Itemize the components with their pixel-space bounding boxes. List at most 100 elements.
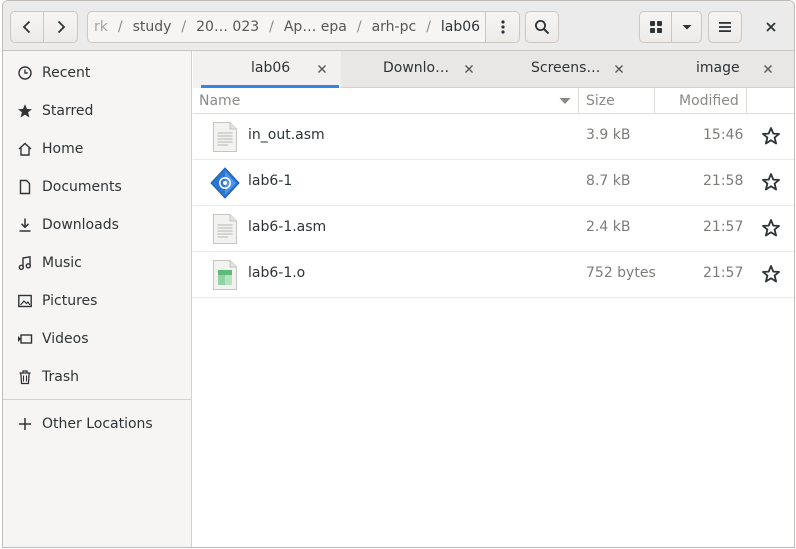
search-button[interactable] (525, 11, 559, 43)
main-menu-button[interactable] (708, 11, 742, 43)
close-tab-button[interactable] (461, 61, 477, 77)
close-icon (766, 22, 776, 32)
column-header-row: Name Size Modified (193, 88, 794, 114)
sidebar-item-documents[interactable]: Documents (3, 168, 191, 206)
text-file-icon (213, 122, 237, 152)
breadcrumb-item[interactable]: arh-pc (362, 12, 427, 42)
breadcrumb-item[interactable]: study (123, 12, 182, 42)
table-row[interactable]: lab6-1.asm 2.4 kB 21:57 (193, 206, 794, 252)
sidebar-item-trash[interactable]: Trash (3, 358, 191, 396)
tab-label: Screens… (531, 60, 601, 76)
sidebar-item-label: Recent (42, 65, 91, 81)
sidebar-item-videos[interactable]: Videos (3, 320, 191, 358)
file-modified: 21:57 (703, 265, 744, 281)
sidebar-item-label: Music (42, 255, 82, 271)
breadcrumb: rk / study / 20… 023 / Ap… epa / arh-pc … (87, 11, 520, 43)
video-icon (17, 331, 33, 347)
table-row[interactable]: in_out.asm 3.9 kB 15:46 (193, 114, 794, 160)
view-toggle-button[interactable] (639, 11, 672, 43)
sidebar: Recent Starred Home Documents Downloads … (3, 51, 192, 547)
forward-button[interactable] (43, 11, 78, 43)
tab-downloads[interactable]: Downlo… (341, 51, 491, 88)
file-size: 8.7 kB (586, 173, 631, 189)
close-icon (318, 65, 326, 73)
sidebar-divider (3, 399, 191, 400)
chevron-down-icon (682, 25, 691, 30)
table-row[interactable]: lab6-1 8.7 kB 21:58 (193, 160, 794, 206)
download-icon (17, 217, 33, 233)
file-modified: 15:46 (703, 127, 744, 143)
close-tab-button[interactable] (611, 61, 627, 77)
table-row[interactable]: lab6-1.o 752 bytes 21:57 (193, 252, 794, 298)
home-icon (17, 141, 33, 157)
column-header-label: Name (199, 93, 241, 109)
column-header-label: Size (586, 93, 615, 109)
breadcrumb-item[interactable]: rk (88, 12, 118, 42)
column-header-size[interactable]: Size (586, 88, 656, 114)
search-icon (535, 20, 550, 35)
sidebar-item-music[interactable]: Music (3, 244, 191, 282)
file-modified: 21:57 (703, 219, 744, 235)
sidebar-item-label: Home (42, 141, 84, 157)
star-icon[interactable] (761, 264, 781, 284)
file-size: 3.9 kB (586, 127, 631, 143)
sidebar-item-starred[interactable]: Starred (3, 92, 191, 130)
grid-view-icon (649, 21, 662, 33)
close-tab-button[interactable] (314, 61, 330, 77)
tab-image[interactable]: image (639, 51, 794, 88)
sidebar-item-label: Documents (42, 179, 122, 195)
header-bar: rk / study / 20… 023 / Ap… epa / arh-pc … (3, 1, 794, 51)
column-separator[interactable] (654, 88, 655, 114)
breadcrumb-item[interactable]: Ap… epa (274, 12, 357, 42)
tab-screenshots[interactable]: Screens… (491, 51, 639, 88)
tab-label: Downlo… (383, 60, 450, 76)
file-name: lab6-1.asm (248, 219, 327, 235)
file-size: 752 bytes (586, 265, 656, 281)
star-icon (17, 103, 33, 119)
close-icon (764, 65, 772, 73)
column-header-name[interactable]: Name (199, 88, 574, 114)
tab-label: image (696, 60, 740, 76)
sidebar-item-label: Starred (42, 103, 94, 119)
breadcrumb-item[interactable]: 20… 023 (186, 12, 269, 42)
file-manager-window: rk / study / 20… 023 / Ap… epa / arh-pc … (2, 0, 795, 548)
sidebar-item-label: Pictures (42, 293, 98, 309)
tab-lab06[interactable]: lab06 (193, 51, 341, 88)
star-icon[interactable] (761, 126, 781, 146)
sidebar-item-label: Other Locations (42, 416, 153, 432)
sidebar-item-home[interactable]: Home (3, 130, 191, 168)
close-tab-button[interactable] (760, 61, 776, 77)
star-icon[interactable] (761, 218, 781, 238)
column-separator[interactable] (746, 88, 747, 114)
executable-icon (210, 167, 240, 199)
star-icon[interactable] (761, 172, 781, 192)
breadcrumb-item-current[interactable]: lab06 (431, 12, 490, 42)
close-icon (465, 65, 473, 73)
sidebar-item-recent[interactable]: Recent (3, 54, 191, 92)
picture-icon (17, 293, 33, 309)
column-separator[interactable] (578, 88, 579, 114)
hamburger-menu-icon (719, 22, 731, 32)
document-icon (17, 179, 33, 195)
tab-label: lab06 (251, 60, 291, 76)
close-window-button[interactable] (755, 11, 787, 43)
text-file-icon (213, 214, 237, 244)
vertical-dots-icon (500, 20, 505, 34)
sort-descending-icon (559, 98, 571, 104)
file-modified: 21:58 (703, 173, 744, 189)
go-previous-icon (22, 20, 31, 34)
sidebar-item-label: Videos (42, 331, 89, 347)
sidebar-item-downloads[interactable]: Downloads (3, 206, 191, 244)
clock-icon (17, 65, 33, 81)
view-options-button[interactable] (671, 11, 702, 43)
column-header-modified[interactable]: Modified (679, 88, 749, 114)
file-name: lab6-1 (248, 173, 293, 189)
sidebar-item-pictures[interactable]: Pictures (3, 282, 191, 320)
path-menu-button[interactable] (485, 12, 519, 42)
column-header-label: Modified (679, 93, 739, 109)
sidebar-item-label: Downloads (42, 217, 119, 233)
back-button[interactable] (10, 11, 44, 43)
tab-bar: lab06 Downlo… Screens… image (193, 51, 794, 88)
sidebar-item-other-locations[interactable]: Other Locations (3, 405, 191, 443)
file-size: 2.4 kB (586, 219, 631, 235)
